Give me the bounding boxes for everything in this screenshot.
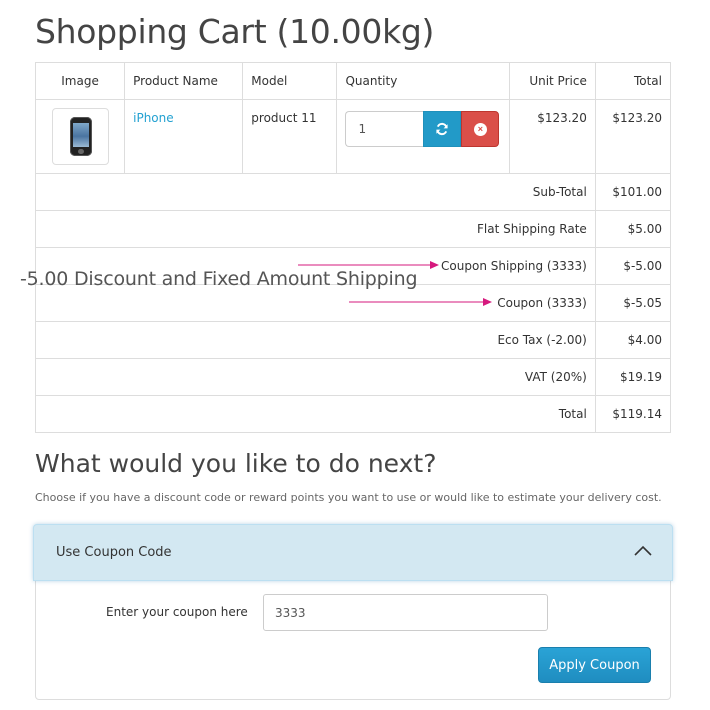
column-header-model: Model (242, 62, 338, 100)
annotation-arrow-icon (349, 298, 492, 306)
phone-icon (69, 117, 92, 156)
annotation-arrow-icon (298, 261, 439, 269)
cart-table: Image Product Name Model Quantity Unit P… (34, 62, 672, 433)
summary-label: Flat Shipping Rate (35, 210, 596, 248)
summary-label: Eco Tax (-2.00) (35, 321, 596, 359)
section-description: Choose if you have a discount code or re… (35, 491, 662, 504)
item-image-cell (34, 99, 126, 174)
item-name-cell: iPhone (124, 99, 244, 174)
product-link[interactable]: iPhone (133, 111, 174, 125)
summary-row-eco-tax: Eco Tax (-2.00) $4.00 (35, 321, 672, 359)
summary-label: Total (35, 395, 596, 433)
summary-value: $101.00 (594, 173, 672, 211)
coupon-field-label: Enter your coupon here (106, 605, 248, 619)
page-title: Shopping Cart (10.00kg) (35, 12, 435, 51)
item-unit-price: $123.20 (508, 99, 596, 174)
summary-value: $19.19 (594, 358, 672, 396)
coupon-panel-heading[interactable]: Use Coupon Code (33, 524, 673, 581)
summary-label: Sub-Total (35, 173, 596, 211)
summary-row-sub-total: Sub-Total $101.00 (35, 173, 672, 211)
coupon-input[interactable] (263, 594, 548, 631)
column-header-image: Image (34, 62, 126, 100)
remove-icon: × (473, 122, 487, 136)
summary-row-flat-shipping: Flat Shipping Rate $5.00 (35, 210, 672, 248)
summary-label: VAT (20%) (35, 358, 596, 396)
summary-value: $-5.00 (594, 247, 672, 285)
coupon-panel-title: Use Coupon Code (56, 545, 172, 560)
column-header-total: Total (594, 62, 672, 100)
annotation-text: -5.00 Discount and Fixed Amount Shipping (20, 268, 418, 290)
remove-button[interactable]: × (461, 111, 500, 147)
quantity-group: × (345, 111, 500, 147)
item-model: product 11 (242, 99, 338, 174)
summary-value: $-5.05 (594, 284, 672, 322)
summary-value: $119.14 (594, 395, 672, 433)
update-button[interactable] (423, 111, 462, 147)
refresh-icon (436, 122, 449, 136)
cart-header-row: Image Product Name Model Quantity Unit P… (34, 62, 672, 100)
chevron-up-icon[interactable] (634, 545, 652, 557)
apply-coupon-button[interactable]: Apply Coupon (538, 647, 651, 683)
section-title: What would you like to do next? (35, 449, 437, 478)
summary-value: $5.00 (594, 210, 672, 248)
quantity-input[interactable] (345, 111, 424, 147)
summary-row-vat: VAT (20%) $19.19 (35, 358, 672, 396)
coupon-panel: Use Coupon Code Enter your coupon here A… (33, 524, 673, 700)
cart-item-row: iPhone product 11 × (34, 99, 672, 174)
column-header-quantity: Quantity (336, 62, 510, 100)
item-total: $123.20 (594, 99, 672, 174)
column-header-product-name: Product Name (124, 62, 244, 100)
summary-label: Coupon (3333) (35, 284, 596, 322)
iphone-thumbnail[interactable] (51, 108, 109, 165)
column-header-unit-price: Unit Price (508, 62, 596, 100)
summary-row-total: Total $119.14 (35, 395, 672, 433)
summary-value: $4.00 (594, 321, 672, 359)
item-quantity-cell: × (336, 99, 510, 174)
